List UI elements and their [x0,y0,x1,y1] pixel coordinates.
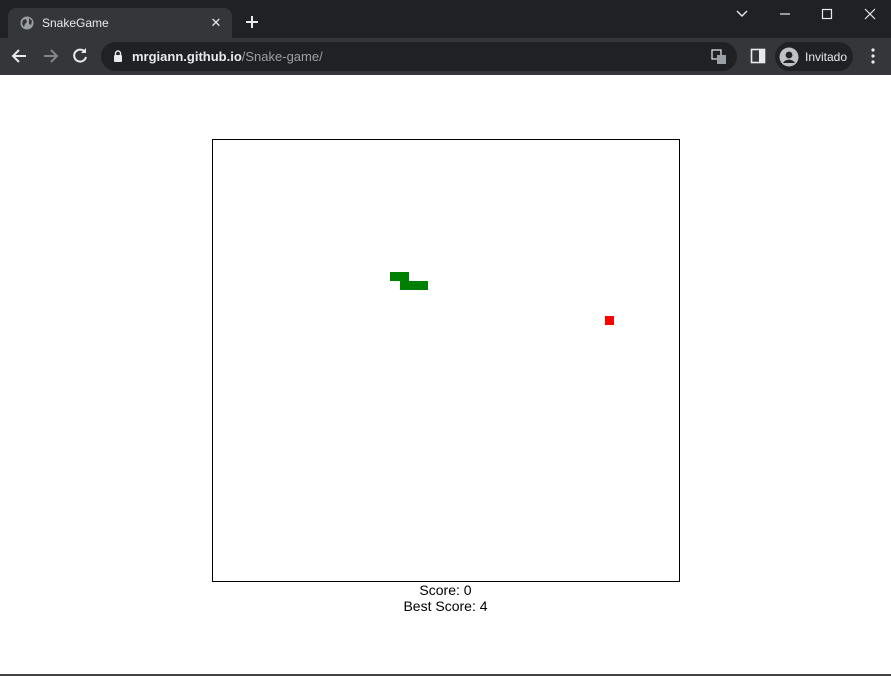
url-text: mrgiann.github.io/Snake-game/ [132,49,323,65]
snake-segment [390,272,409,281]
page-content: Score: 0 Best Score: 4 [0,75,891,676]
close-window-icon[interactable] [855,4,885,24]
new-tab-icon[interactable] [242,12,262,32]
globe-icon [20,16,34,30]
forward-arrow-icon[interactable] [40,46,60,66]
current-score: Score: 0 [419,582,472,598]
profile-button[interactable]: Invitado [775,42,853,71]
translate-icon[interactable] [711,49,727,65]
tab-title: SnakeGame [42,16,109,30]
address-bar[interactable]: mrgiann.github.io/Snake-game/ [101,42,737,71]
snake-segment [400,281,428,290]
game-board[interactable] [212,139,680,582]
tab-search-chevron-icon[interactable] [727,4,757,24]
url-path: /Snake-game/ [241,49,323,64]
browser-toolbar: mrgiann.github.io/Snake-game/ Invitado [0,38,891,75]
url-host: mrgiann.github.io [132,49,242,64]
side-panel-icon[interactable] [750,48,766,64]
back-arrow-icon[interactable] [10,46,30,66]
profile-label: Invitado [805,50,848,64]
more-menu-icon[interactable] [865,47,881,65]
minimize-icon[interactable] [770,4,800,24]
maximize-icon[interactable] [812,4,842,24]
food-pellet [605,316,614,325]
best-score: Best Score: 4 [403,598,488,614]
score-panel: Score: 0 Best Score: 4 [0,582,891,614]
close-tab-icon[interactable]: ✕ [208,15,224,31]
guest-avatar-icon [779,47,799,67]
title-bar: SnakeGame ✕ [0,0,891,38]
reload-icon[interactable] [70,46,90,66]
tab-snakegame[interactable]: SnakeGame ✕ [8,8,232,38]
lock-icon[interactable] [113,50,123,62]
